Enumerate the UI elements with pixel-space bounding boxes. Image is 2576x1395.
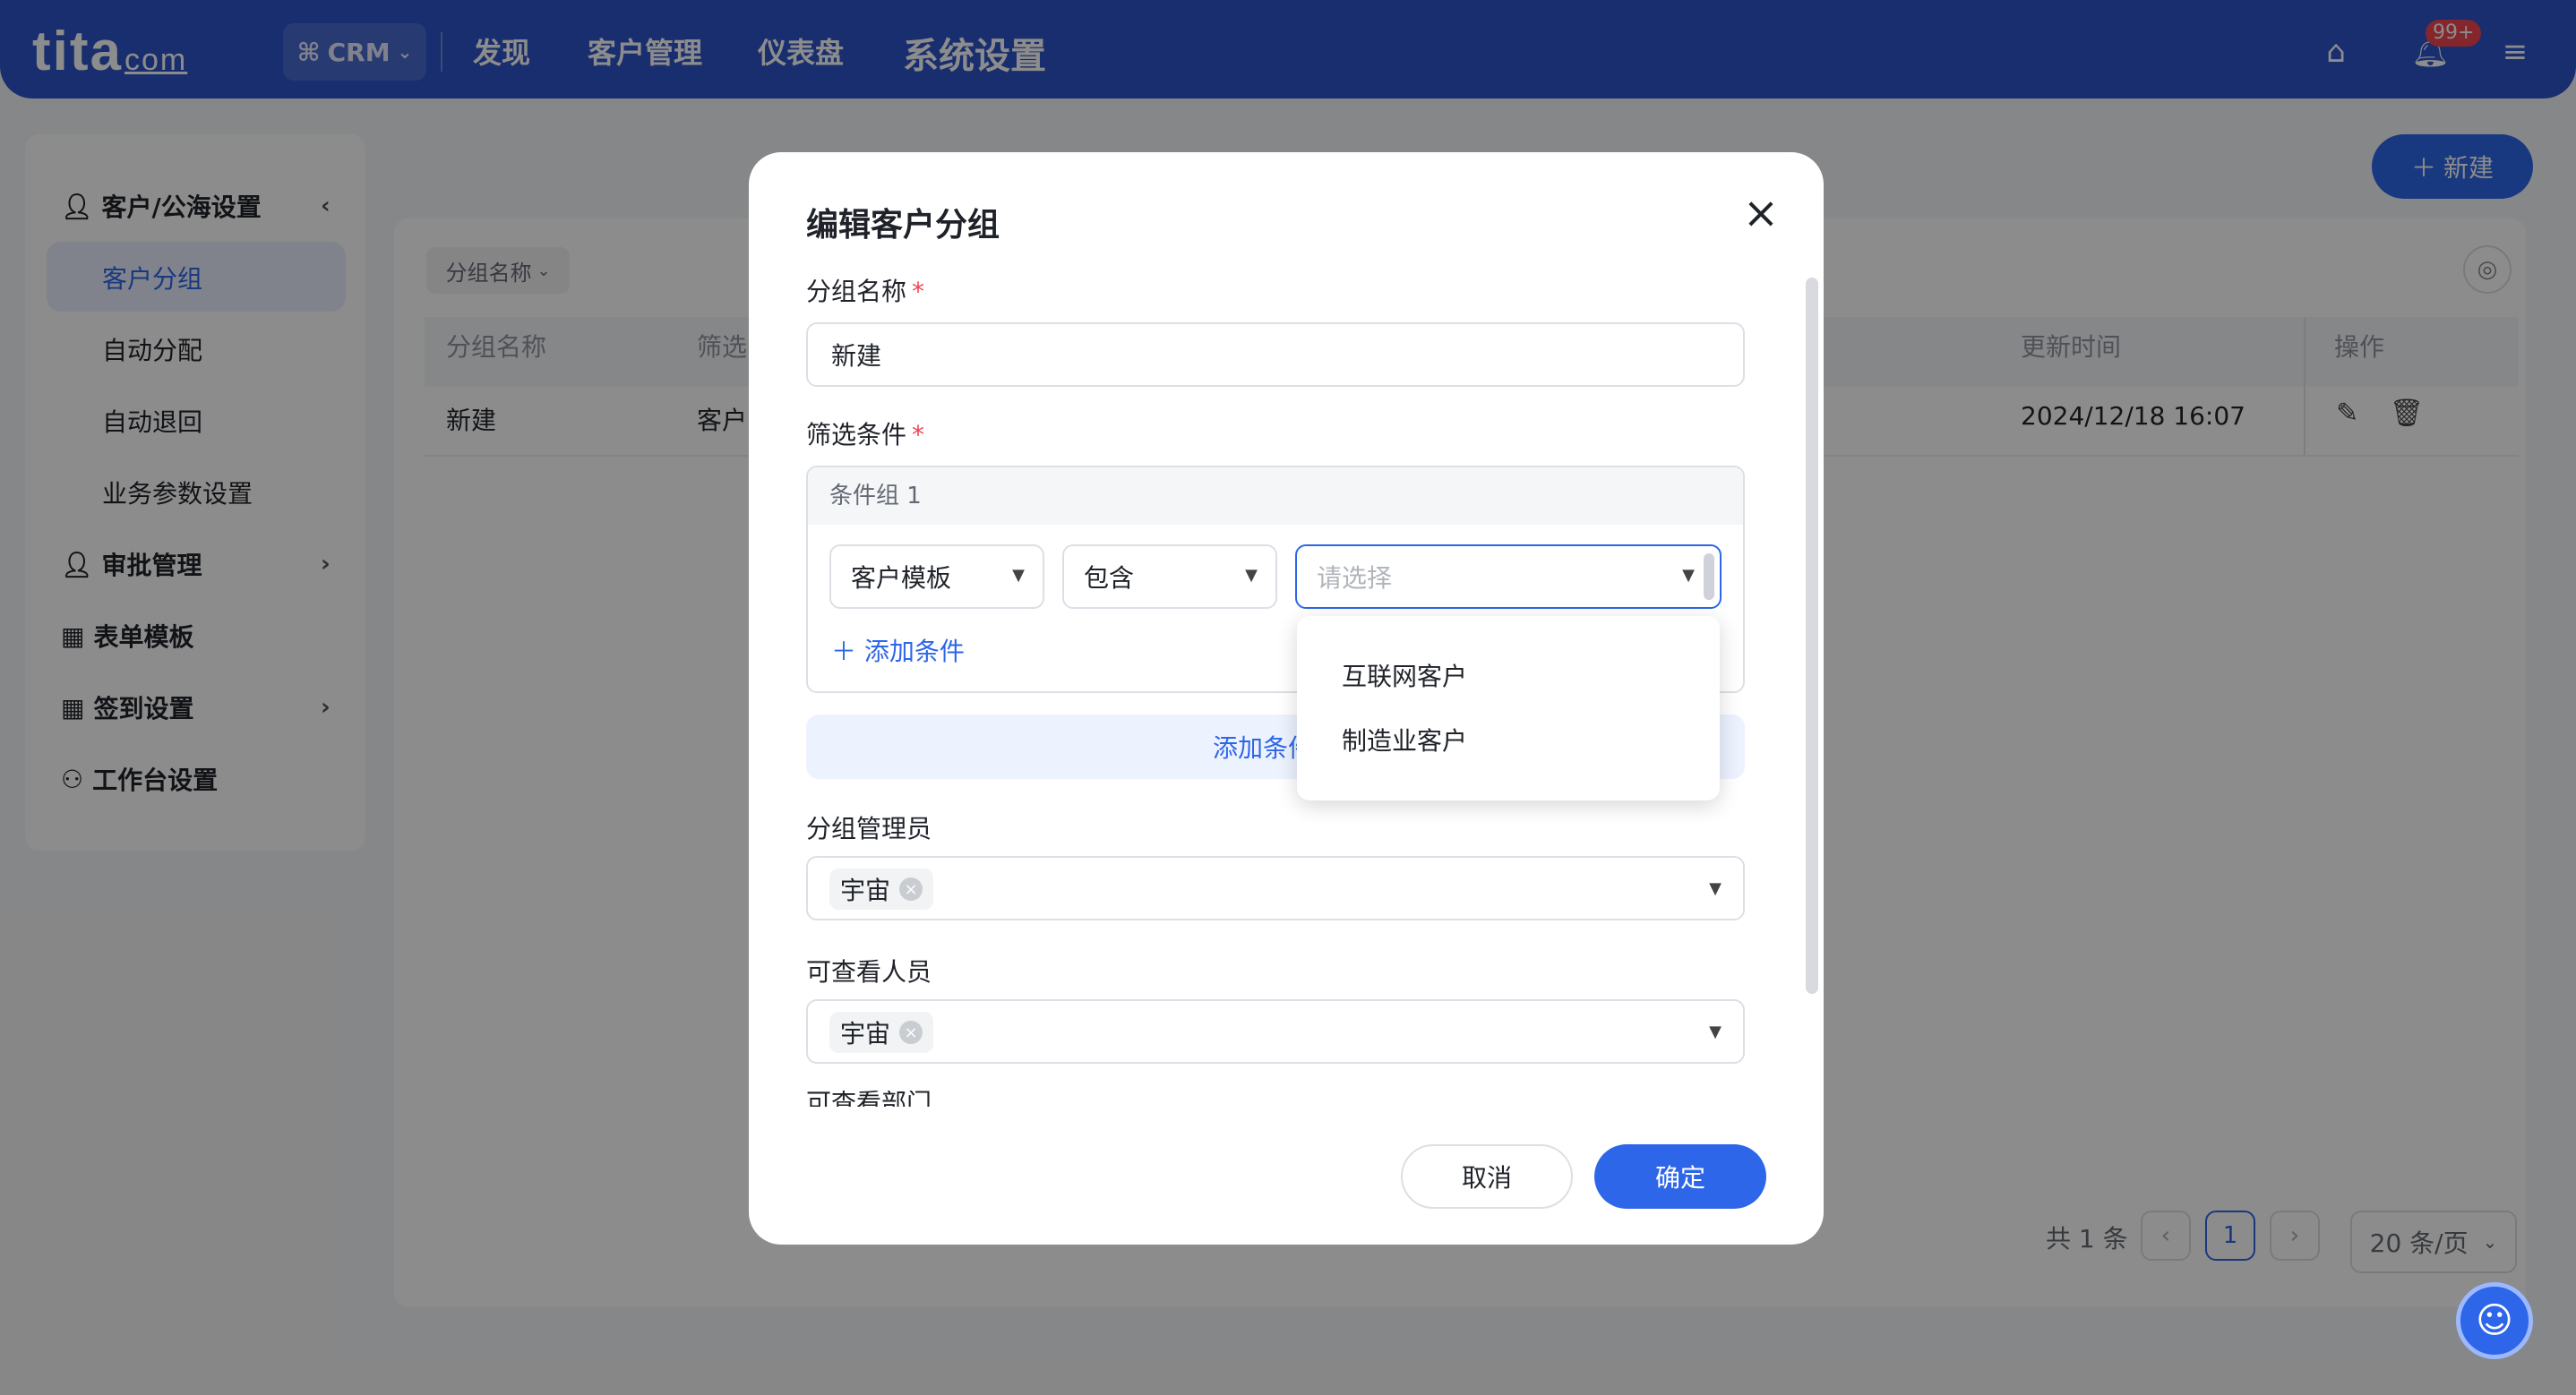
condition-value-select[interactable]: 请选择 ▼ bbox=[1295, 544, 1722, 609]
edit-customer-group-dialog: 编辑客户分组 × 分组名称 * 新建 筛选条件 * 条件组 1 客户模板 ▼ 包含 … bbox=[749, 152, 1824, 1245]
group-manager-label: 分组管理员 bbox=[806, 814, 932, 843]
viewer-department-label: 可查看部门 bbox=[806, 1091, 932, 1107]
add-condition-button[interactable]: ＋ 添加条件 bbox=[831, 632, 965, 668]
caret-down-icon: ▼ bbox=[1709, 1023, 1722, 1041]
dialog-scrollbar[interactable] bbox=[1806, 278, 1818, 994]
group-name-value: 新建 bbox=[831, 341, 882, 371]
caret-down-icon: ▼ bbox=[1245, 566, 1258, 585]
add-condition-label: 添加条件 bbox=[863, 637, 965, 666]
condition-field-select[interactable]: 客户模板 ▼ bbox=[829, 544, 1044, 609]
condition-group-title: 条件组 1 bbox=[808, 467, 1743, 525]
field-select-value: 客户模板 bbox=[851, 563, 952, 593]
remove-tag-icon[interactable]: × bbox=[899, 877, 923, 901]
operator-select-value: 包含 bbox=[1084, 563, 1135, 593]
viewer-tag-label: 宇宙 bbox=[840, 1019, 891, 1048]
select-scroll-thumb bbox=[1704, 553, 1714, 600]
condition-operator-select[interactable]: 包含 ▼ bbox=[1062, 544, 1277, 609]
dropdown-option-manufacturing[interactable]: 制造业客户 bbox=[1342, 722, 1467, 757]
group-manager-select[interactable]: 宇宙 × ▼ bbox=[806, 856, 1745, 920]
remove-tag-icon[interactable]: × bbox=[899, 1021, 923, 1044]
close-icon[interactable]: × bbox=[1732, 184, 1790, 242]
group-name-input[interactable]: 新建 bbox=[806, 322, 1745, 387]
dialog-title: 编辑客户分组 bbox=[806, 207, 1000, 244]
filter-label-text: 筛选条件 bbox=[806, 420, 907, 449]
value-dropdown-menu: 互联网客户 制造业客户 bbox=[1297, 616, 1720, 800]
required-mark: * bbox=[912, 420, 925, 449]
caret-down-icon: ▼ bbox=[1012, 566, 1025, 585]
viewer-select[interactable]: 宇宙 × ▼ bbox=[806, 999, 1745, 1064]
caret-down-icon: ▼ bbox=[1709, 879, 1722, 898]
manager-tag: 宇宙 × bbox=[829, 869, 934, 910]
caret-down-icon: ▼ bbox=[1682, 566, 1695, 585]
required-mark: * bbox=[912, 277, 925, 306]
filter-condition-label: 筛选条件 * bbox=[806, 415, 924, 451]
cancel-button[interactable]: 取消 bbox=[1401, 1144, 1573, 1209]
assistant-avatar-icon[interactable]: ☺ bbox=[2456, 1282, 2533, 1359]
group-name-label: 分组名称 * bbox=[806, 272, 924, 308]
group-name-label-text: 分组名称 bbox=[806, 277, 907, 306]
confirm-button[interactable]: 确定 bbox=[1594, 1144, 1766, 1209]
manager-tag-label: 宇宙 bbox=[840, 876, 891, 905]
viewer-tag: 宇宙 × bbox=[829, 1012, 934, 1053]
viewer-label: 可查看人员 bbox=[806, 957, 932, 987]
dropdown-option-internet[interactable]: 互联网客户 bbox=[1342, 657, 1467, 693]
value-select-placeholder: 请选择 bbox=[1317, 563, 1393, 593]
